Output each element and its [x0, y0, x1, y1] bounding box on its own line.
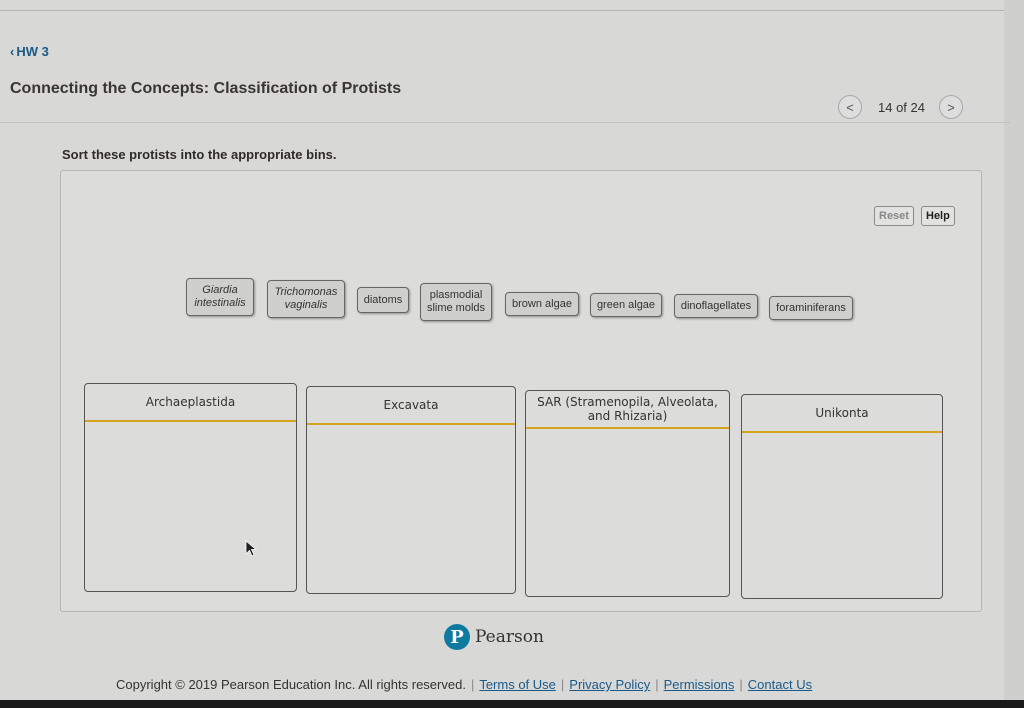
chevron-left-icon: <: [846, 99, 854, 115]
pearson-branding: P Pearson: [444, 624, 544, 650]
permissions-link[interactable]: Permissions: [664, 677, 735, 692]
footer-separator: |: [470, 677, 475, 692]
copyright-text: Copyright © 2019 Pearson Education Inc. …: [116, 677, 466, 692]
bin-drop-area[interactable]: [526, 429, 729, 596]
prev-item-button[interactable]: <: [838, 95, 862, 119]
bin-title: Archaeplastida: [85, 384, 296, 422]
footer-separator: |: [560, 677, 565, 692]
bin-sar[interactable]: SAR (Stramenopila, Alveolata, and Rhizar…: [525, 390, 730, 597]
screen-edge: [1004, 0, 1024, 708]
privacy-policy-link[interactable]: Privacy Policy: [569, 677, 650, 692]
top-divider: [0, 10, 1024, 11]
instructions: Sort these protists into the appropriate…: [62, 147, 337, 162]
bin-drop-area[interactable]: [742, 433, 942, 598]
back-link-label: HW 3: [16, 44, 49, 59]
chip-plasmodial-slime-molds[interactable]: plasmodial slime molds: [420, 283, 492, 321]
chip-foraminiferans[interactable]: foraminiferans: [769, 296, 853, 320]
footer-separator: |: [655, 677, 659, 692]
bin-excavata[interactable]: Excavata: [306, 386, 516, 594]
bin-title: Unikonta: [742, 395, 942, 433]
chip-green-algae[interactable]: green algae: [590, 293, 662, 317]
pearson-logo-icon: P: [444, 624, 470, 650]
contact-us-link[interactable]: Contact Us: [748, 677, 812, 692]
footer-separator: |: [739, 677, 743, 692]
pager-count: 14 of 24: [878, 99, 925, 115]
next-item-button[interactable]: >: [939, 95, 963, 119]
footer: Copyright © 2019 Pearson Education Inc. …: [116, 677, 812, 692]
bin-drop-area[interactable]: [85, 422, 296, 591]
bin-title: Excavata: [307, 387, 515, 425]
chevron-left-icon: ‹: [10, 44, 15, 59]
pearson-wordmark: Pearson: [475, 627, 544, 647]
chip-trichomonas[interactable]: Trichomonas vaginalis: [267, 280, 345, 318]
screen-bezel: [0, 700, 1024, 708]
back-to-assignment-link[interactable]: ‹ HW 3: [10, 44, 49, 59]
terms-of-use-link[interactable]: Terms of Use: [479, 677, 556, 692]
chevron-right-icon: >: [947, 99, 955, 115]
chip-dinoflagellates[interactable]: dinoflagellates: [674, 294, 758, 318]
mouse-cursor-icon: [245, 540, 258, 557]
chip-diatoms[interactable]: diatoms: [357, 287, 409, 313]
bin-title: SAR (Stramenopila, Alveolata, and Rhizar…: [526, 391, 729, 429]
page-title: Connecting the Concepts: Classification …: [10, 80, 402, 97]
reset-button[interactable]: Reset: [874, 206, 914, 226]
bin-unikonta[interactable]: Unikonta: [741, 394, 943, 599]
bin-drop-area[interactable]: [307, 425, 515, 593]
help-button[interactable]: Help: [921, 206, 955, 226]
title-divider: [0, 122, 1010, 123]
pager: < 14 of 24 >: [838, 95, 963, 119]
bin-archaeplastida[interactable]: Archaeplastida: [84, 383, 297, 592]
chip-giardia[interactable]: Giardia intestinalis: [186, 278, 254, 316]
chip-brown-algae[interactable]: brown algae: [505, 292, 579, 316]
